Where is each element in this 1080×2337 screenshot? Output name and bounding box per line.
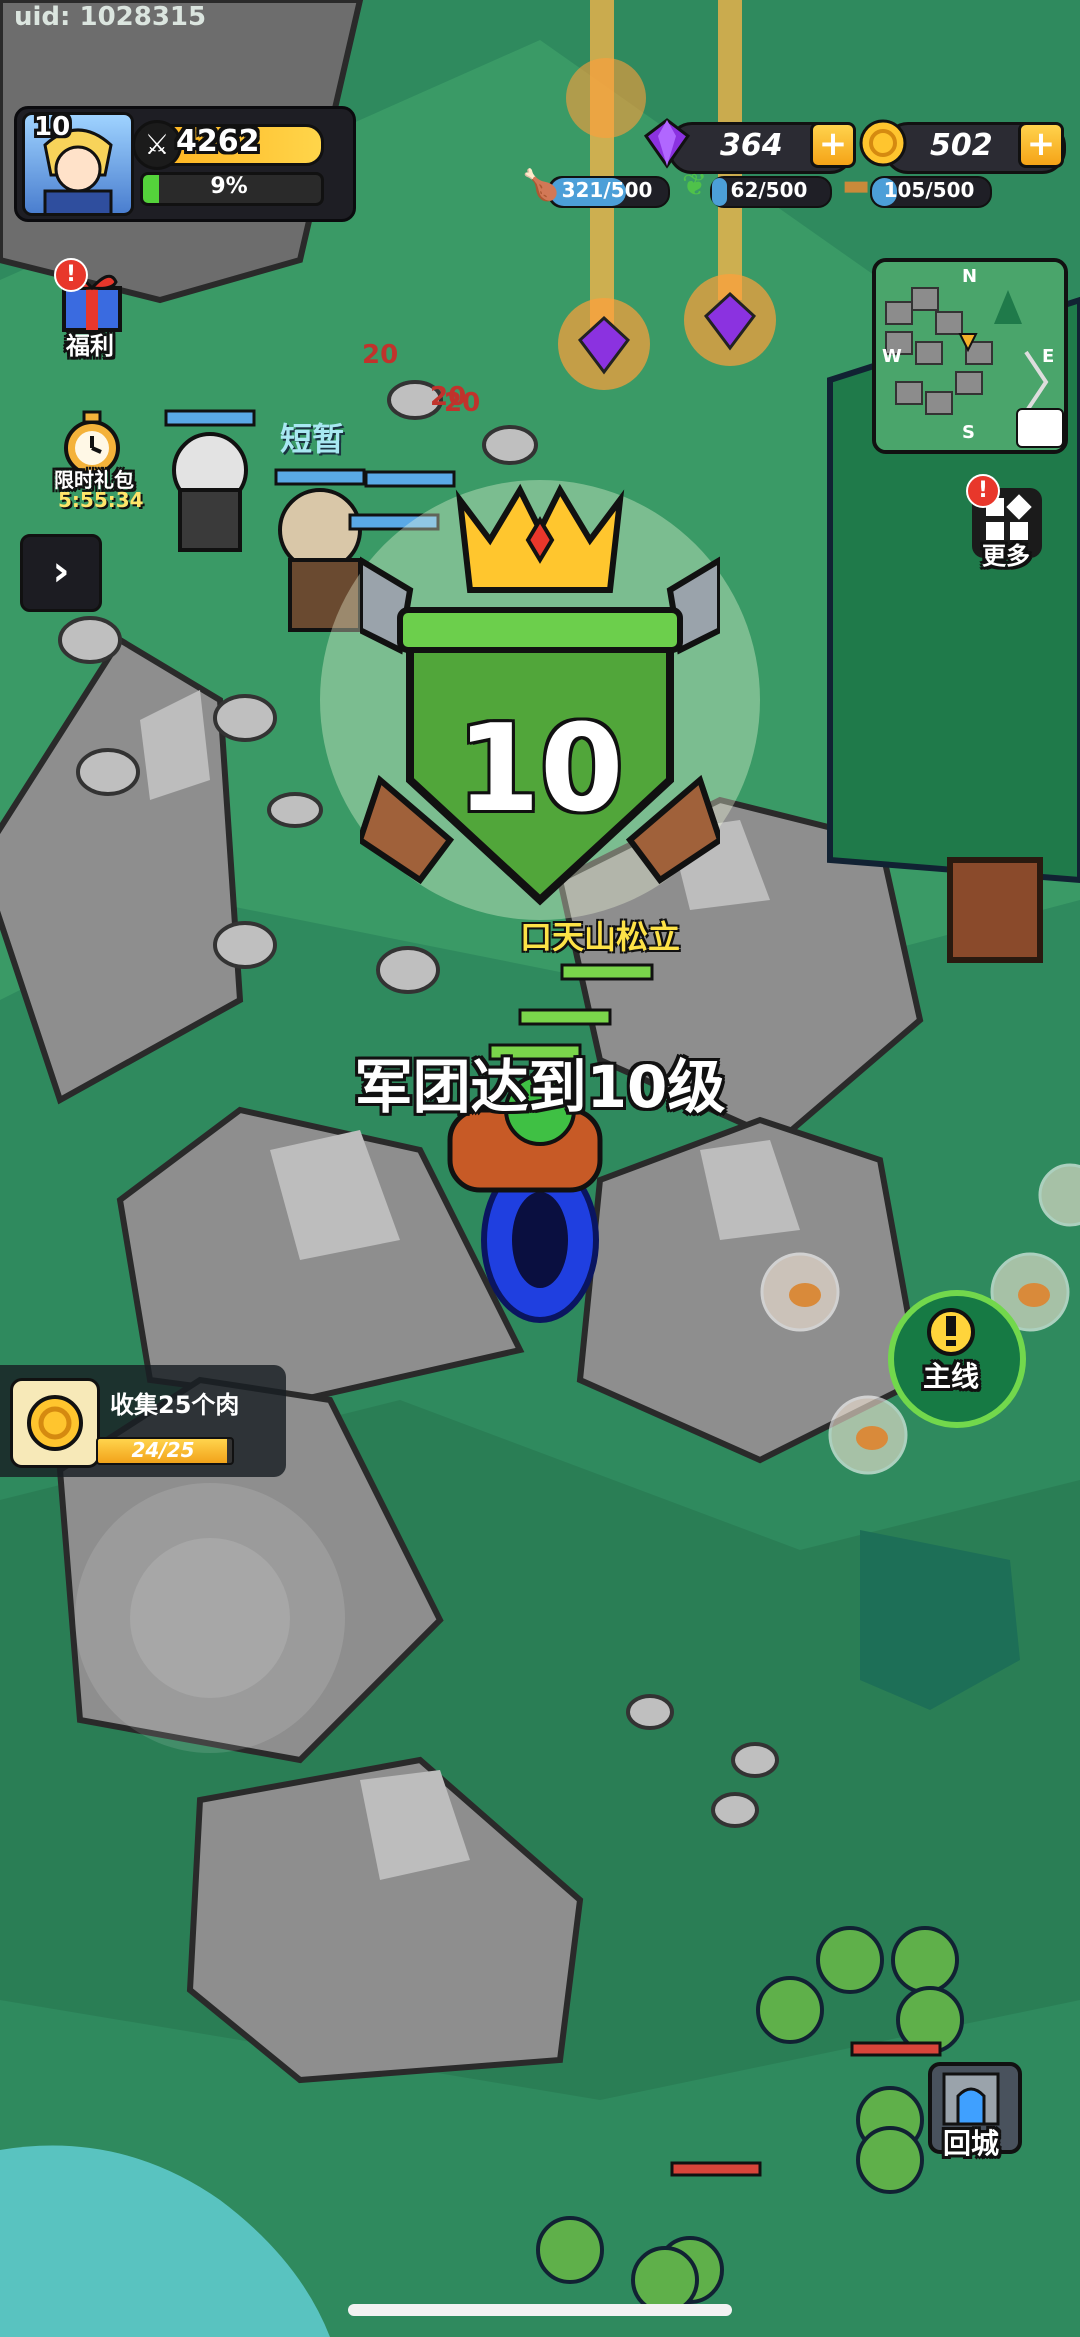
quest-description: 收集25个肉 [110,1391,240,1419]
add-gems-button[interactable]: + [810,122,856,168]
welfare-alert-badge: ! [54,258,88,292]
level-up-announcement: 军团达到10级 [354,1053,726,1121]
gold-coin-icon [856,116,910,170]
limited-gift-timer: 5:55:34 [58,488,144,512]
quest-coin-icon [10,1378,100,1468]
herb-leaf-icon: ❦ [682,168,708,203]
wood-value: 105/500 [883,178,975,202]
npc-name-label: 短暂 [280,420,345,458]
level-up-number: 10 [456,700,624,839]
player-level: 10 [34,112,71,142]
camera-icon[interactable] [1016,408,1064,448]
combat-power-value: 4262 [176,124,260,159]
gems-value: 364 [720,128,783,163]
more-label: 更多 [982,542,1030,570]
meat-value: 321/500 [561,178,653,202]
welfare-label: 福利 [66,332,114,360]
crossed-swords-icon: ⚔ [132,120,182,170]
damage-number: 20 [444,388,481,418]
chevron-right-icon: › [52,546,70,595]
minimap-east: E [1042,346,1055,367]
purple-gem-icon [640,116,694,170]
herb-value: 62/500 [730,178,808,202]
expand-side-menu-button[interactable]: › [20,534,102,612]
main-quest-label: 主线 [922,1360,979,1393]
uid-label: uid: 1028315 [14,2,207,32]
player-name-label: 口天山松立 [519,918,680,956]
gold-value: 502 [930,128,993,163]
more-alert-badge: ! [966,474,1000,508]
home-indicator[interactable] [348,2304,732,2316]
add-gold-button[interactable]: + [1018,122,1064,168]
minimap-west: W [882,346,902,367]
quest-progress-value: 24/25 [131,1438,195,1462]
return-city-label: 回城 [942,2127,999,2160]
wood-log-icon: ▬ [842,168,871,203]
damage-number: 20 [362,340,399,370]
minimap-north: N [962,266,978,287]
minimap-south: S [962,422,975,443]
experience-percent: 9% [210,174,248,199]
